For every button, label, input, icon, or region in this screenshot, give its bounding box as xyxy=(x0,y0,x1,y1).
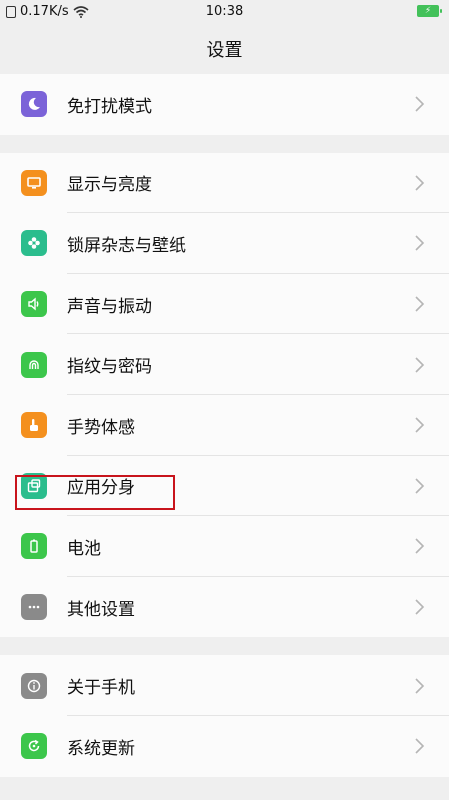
clock: 10:38 xyxy=(205,4,244,19)
settings-item[interactable]: 显示与亮度 xyxy=(0,153,449,214)
update-icon xyxy=(21,733,47,760)
settings-item-label: 手势体感 xyxy=(67,417,135,438)
chevron-right-icon xyxy=(415,96,425,112)
status-bar: 0.17K/s 10:38 ⚡ xyxy=(0,0,449,24)
chevron-right-icon xyxy=(415,357,425,373)
settings-item-label: 关于手机 xyxy=(67,678,135,699)
battery-status-icon: ⚡ xyxy=(417,5,442,17)
battery-icon xyxy=(21,533,47,560)
settings-item[interactable]: 其他设置 xyxy=(0,577,449,638)
moon-icon xyxy=(21,91,47,118)
settings-item-label: 其他设置 xyxy=(67,599,135,620)
flower-icon xyxy=(21,230,47,257)
chevron-right-icon xyxy=(415,296,425,312)
display-icon xyxy=(21,169,47,196)
settings-item[interactable]: 电池 xyxy=(0,516,449,577)
settings-group: 显示与亮度锁屏杂志与壁纸 声音与振动指纹与密码手势体感应用分身电池其他设置 xyxy=(0,152,449,638)
settings-item-label: 声音与振动 xyxy=(67,296,152,317)
chevron-right-icon xyxy=(415,417,425,433)
section-gap xyxy=(0,637,449,656)
app-clone-icon xyxy=(21,472,47,499)
fingerprint-icon xyxy=(21,351,47,378)
settings-item[interactable]: 免打扰模式 xyxy=(0,74,449,135)
settings-item-label: 电池 xyxy=(67,538,101,559)
title-bar: 设置 xyxy=(0,24,449,74)
more-icon xyxy=(21,594,47,621)
chevron-right-icon xyxy=(415,538,425,555)
settings-item[interactable]: 指纹与密码 xyxy=(0,334,449,395)
chevron-right-icon xyxy=(415,235,425,252)
settings-item-label: 免打扰模式 xyxy=(67,96,152,117)
settings-item-label: 锁屏杂志与壁纸 xyxy=(67,235,186,256)
section-gap xyxy=(0,134,449,153)
settings-item[interactable]: 锁屏杂志与壁纸 xyxy=(0,213,449,274)
chevron-right-icon xyxy=(415,738,425,754)
settings-item-label: 显示与亮度 xyxy=(67,175,152,196)
settings-item[interactable]: 关于手机 xyxy=(0,655,449,716)
settings-group: 关于手机 系统更新 xyxy=(0,655,449,777)
chevron-right-icon xyxy=(415,599,425,615)
chevron-right-icon xyxy=(415,678,425,694)
settings-item[interactable]: 应用分身 xyxy=(0,456,449,517)
settings-item-label: 系统更新 xyxy=(67,738,135,759)
settings-list: 免打扰模式显示与亮度锁屏杂志与壁纸 声音与振动指纹与密码手势体感应用分身电池其他设… xyxy=(0,74,449,777)
info-icon xyxy=(21,672,47,699)
settings-item-label: 指纹与密码 xyxy=(67,357,152,378)
hand-icon xyxy=(21,412,47,439)
settings-item[interactable]: 系统更新 xyxy=(0,716,449,777)
speaker-icon xyxy=(21,291,47,318)
chevron-right-icon xyxy=(415,478,425,494)
settings-item[interactable]: 声音与振动 xyxy=(0,274,449,335)
chevron-right-icon xyxy=(415,175,425,191)
settings-item[interactable]: 手势体感 xyxy=(0,395,449,456)
settings-item-label: 应用分身 xyxy=(67,478,135,499)
settings-group: 免打扰模式 xyxy=(0,74,449,135)
page-title: 设置 xyxy=(206,40,243,61)
